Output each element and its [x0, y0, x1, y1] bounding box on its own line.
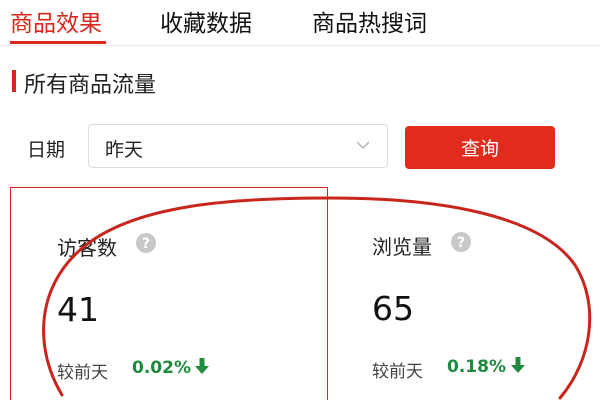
metric-card-visitors: 访客数 ? 41 较前天 0.02%: [10, 187, 328, 400]
date-label: 日期: [27, 139, 66, 161]
active-tab-indicator: [10, 41, 106, 44]
question-circle-icon[interactable]: ?: [450, 231, 472, 253]
arrow-down-icon: [195, 358, 209, 374]
arrow-down-icon: [511, 357, 525, 373]
section-accent-bar: [12, 70, 16, 92]
compare-label: 较前天: [57, 363, 108, 383]
tab-favorites-data[interactable]: 收藏数据: [160, 4, 252, 38]
change-percent: 0.18%: [447, 357, 506, 377]
section-title: 所有商品流量: [24, 73, 157, 98]
query-button[interactable]: 查询: [405, 126, 555, 169]
metric-label: 访客数: [57, 236, 117, 260]
tab-product-hot-search[interactable]: 商品热搜词: [312, 4, 427, 38]
svg-text:?: ?: [457, 235, 465, 251]
tab-product-effect[interactable]: 商品效果: [10, 4, 102, 38]
metric-label: 浏览量: [372, 235, 432, 259]
question-circle-icon[interactable]: ?: [135, 232, 157, 254]
tab-bar: 商品效果 收藏数据 商品热搜词: [0, 0, 600, 46]
svg-text:?: ?: [142, 236, 150, 252]
date-select-value: 昨天: [105, 139, 144, 161]
chevron-down-icon: [356, 141, 370, 150]
metric-value: 65: [372, 289, 414, 328]
change-percent: 0.02%: [132, 358, 191, 378]
metric-value: 41: [57, 290, 99, 329]
tab-divider: [0, 45, 600, 46]
date-select[interactable]: 昨天: [88, 124, 388, 168]
compare-label: 较前天: [372, 362, 423, 382]
metric-card-pageviews: 浏览量 ? 65 较前天 0.18%: [328, 187, 600, 400]
